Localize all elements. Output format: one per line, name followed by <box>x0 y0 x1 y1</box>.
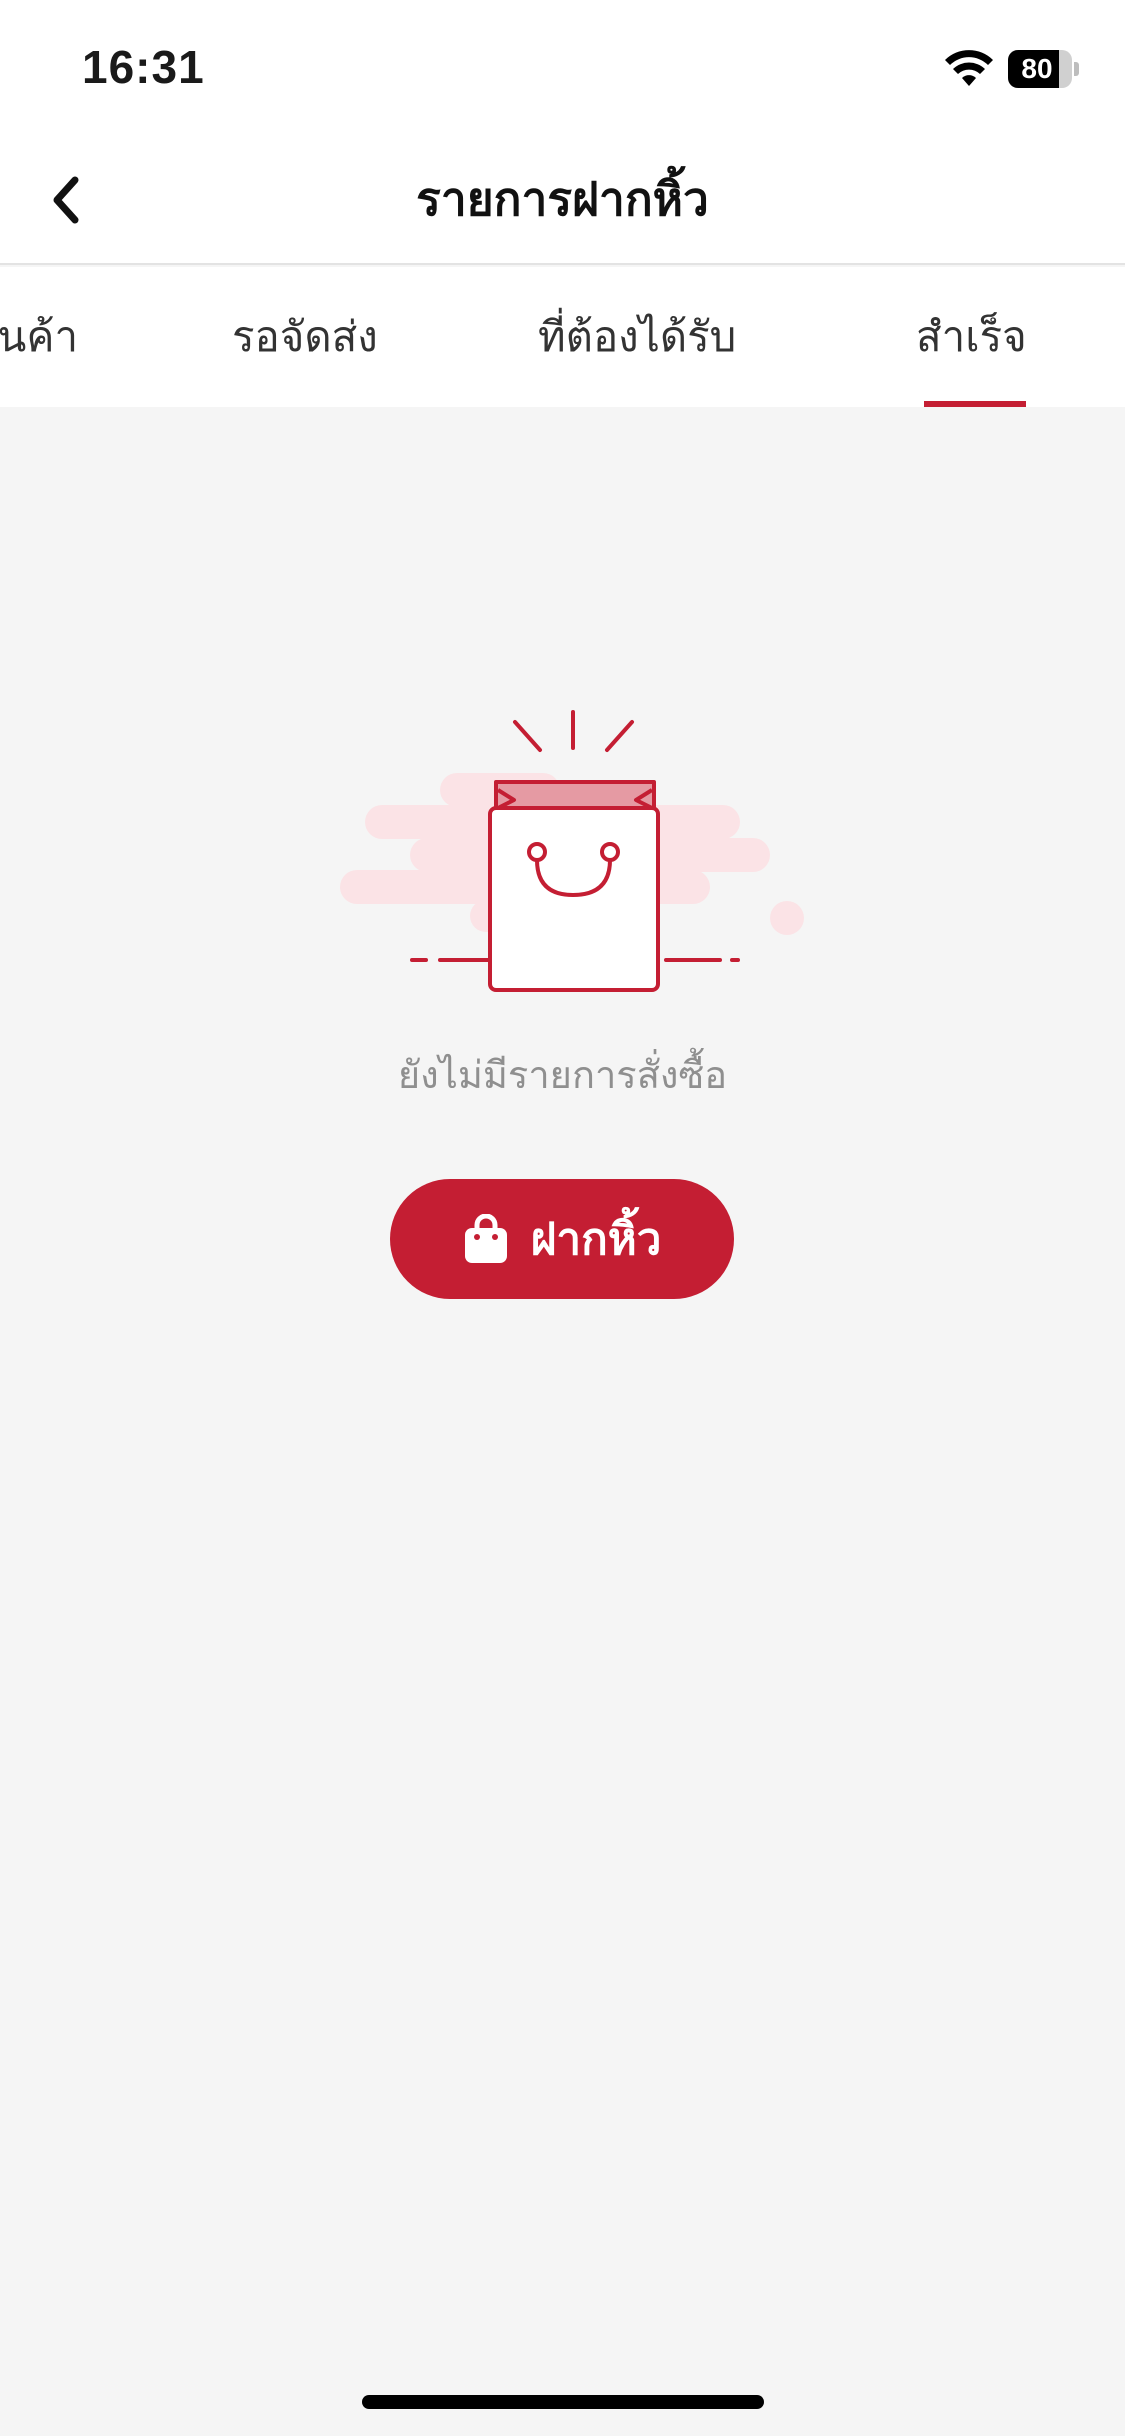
battery-nub <box>1074 62 1079 76</box>
tab-awaiting-shipment[interactable]: รอจัดส่ง <box>232 267 378 407</box>
navigation-bar: รายการฝากหิ้ว <box>0 135 1125 265</box>
active-tab-indicator <box>924 401 1026 407</box>
wifi-icon <box>945 50 993 86</box>
battery-body: 80 <box>1008 50 1072 88</box>
back-button[interactable] <box>30 155 100 245</box>
deposit-button-label: ฝากหิ้ว <box>530 1214 662 1265</box>
deposit-order-button[interactable]: ฝากหิ้ว <box>390 1179 734 1299</box>
battery-indicator: 80 <box>1008 50 1079 88</box>
empty-state-message: ยังไม่มีรายการสั่งซื้อ <box>397 1053 728 1097</box>
battery-level-text: 80 <box>1021 53 1053 84</box>
shopping-bag-icon <box>464 1214 507 1263</box>
tab-to-receive[interactable]: ที่ต้องได้รับ <box>538 267 736 407</box>
shopping-bag-illustration <box>340 710 804 992</box>
status-time: 16:31 <box>82 41 205 93</box>
page-title: รายการฝากหิ้ว <box>416 172 709 226</box>
chevron-left-icon <box>53 176 79 224</box>
tab-products[interactable]: สินค้า <box>0 267 78 407</box>
home-indicator <box>362 2395 764 2409</box>
status-bar: 16:31 80 <box>0 0 1125 135</box>
order-status-tabs: สินค้า รอจัดส่ง ที่ต้องได้รับ สำเร็จ <box>0 267 1125 407</box>
tab-completed[interactable]: สำเร็จ <box>916 267 1027 407</box>
